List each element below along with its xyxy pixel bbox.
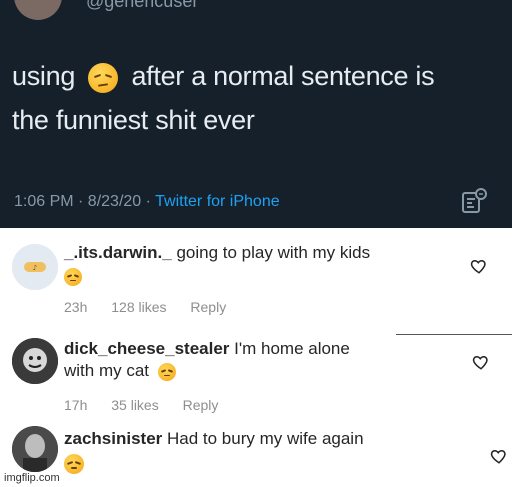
comment-text: dick_cheese_stealer I'm home alone with … xyxy=(64,338,424,382)
tweet-text-part-2: after a normal sentence is xyxy=(131,61,435,91)
comment-age: 17h xyxy=(64,397,88,413)
comment-message: Had to bury my wife again xyxy=(167,429,364,448)
relieved-face-emoji-icon xyxy=(64,454,84,474)
tweet-source-link[interactable]: Twitter for iPhone xyxy=(155,193,280,210)
imgflip-watermark: imgflip.com xyxy=(4,472,60,484)
comment-age: 23h xyxy=(64,299,88,315)
comment-message: going to play with my kids xyxy=(176,243,371,262)
comment-username[interactable]: _.its.darwin._ xyxy=(64,243,172,262)
tweet-text: using after a normal sentence is the fun… xyxy=(12,54,492,142)
relieved-face-emoji-icon xyxy=(157,362,176,381)
tweet-text-part-1: using xyxy=(12,61,76,91)
tweet-author-handle[interactable]: @genericuser xyxy=(86,0,198,12)
comment-meta: 23h 128 likes Reply xyxy=(64,299,246,315)
tweet-meta: 1:06 PM · 8/23/20 · Twitter for iPhone xyxy=(14,193,280,211)
avatar[interactable] xyxy=(12,426,58,472)
comment-message-line-2: with my cat xyxy=(64,361,150,380)
reply-button[interactable]: Reply xyxy=(190,299,226,315)
avatar[interactable]: ♪ xyxy=(12,244,58,290)
heart-icon[interactable] xyxy=(472,353,490,371)
comment-likes[interactable]: 128 likes xyxy=(111,299,166,315)
comment-username[interactable]: dick_cheese_stealer xyxy=(64,339,229,358)
tweet-card: @genericuser using after a normal senten… xyxy=(0,0,512,228)
comment-message: I'm home alone xyxy=(234,339,350,358)
avatar[interactable] xyxy=(12,338,58,384)
tweet-text-part-3: the funniest shit ever xyxy=(12,105,255,135)
comment-item: zachsinister Had to bury my wife again xyxy=(0,420,512,487)
relieved-face-emoji-icon xyxy=(88,62,119,93)
heart-icon[interactable] xyxy=(470,257,488,275)
relieved-face-emoji-icon xyxy=(64,267,82,286)
comment-item: ♪ _.its.darwin._ going to play with my k… xyxy=(0,228,512,328)
comment-likes[interactable]: 35 likes xyxy=(111,397,158,413)
svg-text:♪: ♪ xyxy=(33,264,37,272)
comment-text: zachsinister Had to bury my wife again xyxy=(64,428,464,474)
reply-button[interactable]: Reply xyxy=(183,397,219,413)
tweet-author-avatar[interactable] xyxy=(14,0,62,20)
comment-text: _.its.darwin._ going to play with my kid… xyxy=(64,242,464,286)
tweet-timestamp: 1:06 PM · 8/23/20 · xyxy=(14,193,156,210)
comment-meta: 17h 35 likes Reply xyxy=(64,397,238,413)
tweet-analytics-icon[interactable] xyxy=(460,187,488,215)
comment-username[interactable]: zachsinister xyxy=(64,429,162,448)
heart-icon[interactable] xyxy=(490,447,508,465)
comment-item: dick_cheese_stealer I'm home alone with … xyxy=(0,328,512,420)
